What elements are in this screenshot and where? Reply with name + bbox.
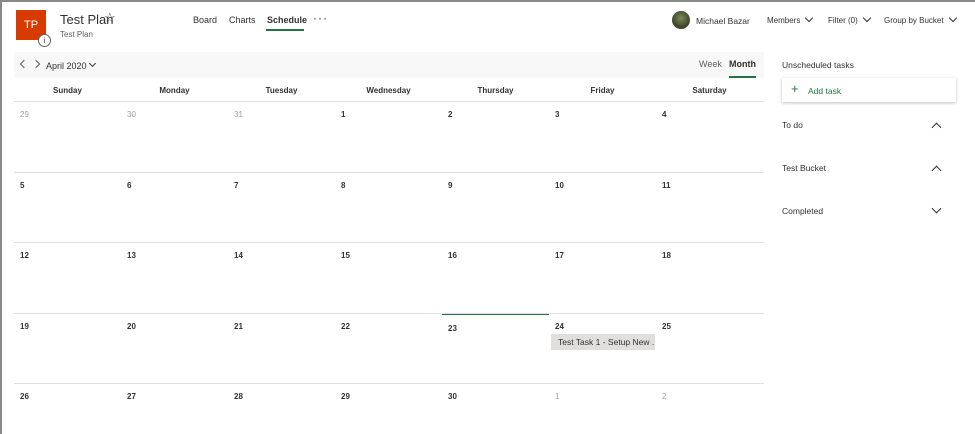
day-number[interactable]: 11	[662, 181, 670, 190]
task-card[interactable]: Test Task 1 - Setup New ...	[551, 334, 655, 350]
day-number[interactable]: 20	[127, 322, 136, 331]
day-number[interactable]: 27	[127, 392, 136, 401]
day-number[interactable]: 29	[341, 392, 350, 401]
month-picker[interactable]: April 2020	[46, 61, 87, 71]
bucket-todo[interactable]: To do	[782, 120, 803, 130]
day-number[interactable]: 24	[555, 322, 564, 331]
day-number[interactable]: 3	[555, 110, 559, 119]
day-number[interactable]: 7	[234, 181, 238, 190]
view-month-tab[interactable]: Month	[729, 59, 756, 69]
day-number[interactable]: 1	[555, 392, 559, 401]
day-number[interactable]: 8	[341, 181, 345, 190]
day-number[interactable]: 2	[448, 110, 452, 119]
grid-top-border	[14, 101, 764, 102]
day-number[interactable]: 29	[20, 110, 29, 119]
day-number[interactable]: 18	[662, 251, 671, 260]
plan-initials: TP	[23, 19, 39, 31]
add-task-button[interactable]: + Add task	[782, 78, 956, 102]
unscheduled-title: Unscheduled tasks	[782, 60, 854, 70]
week-divider	[14, 242, 764, 243]
day-number[interactable]: 1	[341, 110, 345, 119]
day-number[interactable]: 28	[234, 392, 243, 401]
weekday-header: Wednesday	[366, 86, 411, 95]
week-divider	[14, 312, 764, 314]
day-number[interactable]: 9	[448, 181, 452, 190]
add-icon: +	[791, 81, 799, 96]
bucket-completed[interactable]: Completed	[782, 206, 823, 216]
day-number[interactable]: 2	[662, 392, 666, 401]
active-tab-indicator	[266, 29, 304, 31]
week-divider	[14, 383, 764, 384]
day-number[interactable]: 10	[555, 181, 564, 190]
day-number[interactable]: 30	[448, 392, 457, 401]
day-number[interactable]: 26	[20, 392, 29, 401]
view-week-tab[interactable]: Week	[699, 59, 722, 69]
user-avatar[interactable]	[672, 11, 690, 29]
tab-charts[interactable]: Charts	[229, 15, 256, 25]
chevron-down-icon	[805, 13, 814, 23]
month-grid[interactable]: Test Task 1 - Setup New ... 29 30 31 1 2 3 4 5 6…	[14, 101, 764, 434]
members-button[interactable]: Members	[767, 13, 814, 25]
day-number[interactable]: 30	[127, 110, 136, 119]
weekday-header: Saturday	[692, 86, 727, 95]
info-icon[interactable]: i	[38, 34, 51, 47]
day-number[interactable]: 23	[448, 324, 457, 333]
favorite-star-icon[interactable]: ☆	[104, 10, 116, 26]
filter-label: Filter (0)	[828, 16, 858, 25]
bucket-test-bucket[interactable]: Test Bucket	[782, 163, 826, 173]
calendar-toolbar	[14, 52, 764, 78]
day-number[interactable]: 14	[234, 251, 243, 260]
group-by-label: Group by Bucket	[884, 16, 944, 25]
user-name[interactable]: Michael Bazar	[696, 16, 750, 26]
weekday-header: Monday	[159, 86, 190, 95]
weekday-header: Tuesday	[265, 86, 298, 95]
day-number[interactable]: 15	[341, 251, 350, 260]
group-by-button[interactable]: Group by Bucket	[884, 13, 957, 25]
day-number[interactable]: 19	[20, 322, 29, 331]
tab-schedule[interactable]: Schedule	[267, 15, 307, 25]
weekday-header: Friday	[590, 86, 615, 95]
members-label: Members	[767, 16, 801, 25]
tab-board[interactable]: Board	[193, 15, 217, 25]
day-number[interactable]: 25	[662, 322, 671, 331]
week-divider	[14, 171, 764, 173]
day-number[interactable]: 6	[127, 181, 131, 190]
day-number[interactable]: 16	[448, 251, 457, 260]
day-number[interactable]: 22	[341, 322, 350, 331]
day-number[interactable]: 13	[127, 251, 136, 260]
day-number[interactable]: 4	[662, 110, 666, 119]
day-number[interactable]: 21	[234, 322, 243, 331]
day-number[interactable]: 31	[234, 110, 243, 119]
day-number[interactable]: 12	[20, 251, 29, 260]
weekday-header: Thursday	[477, 86, 514, 95]
plan-subtitle[interactable]: Test Plan	[60, 30, 93, 39]
more-options-icon[interactable]: ···	[313, 11, 328, 25]
day-number[interactable]: 5	[20, 181, 24, 190]
weekday-header: Sunday	[53, 86, 82, 95]
chevron-down-icon	[862, 13, 872, 23]
chevron-down-icon	[948, 13, 957, 23]
day-number[interactable]: 17	[555, 251, 564, 260]
active-view-indicator	[729, 76, 756, 78]
add-task-label: Add task	[808, 86, 842, 96]
filter-button[interactable]: Filter (0)	[828, 13, 872, 25]
